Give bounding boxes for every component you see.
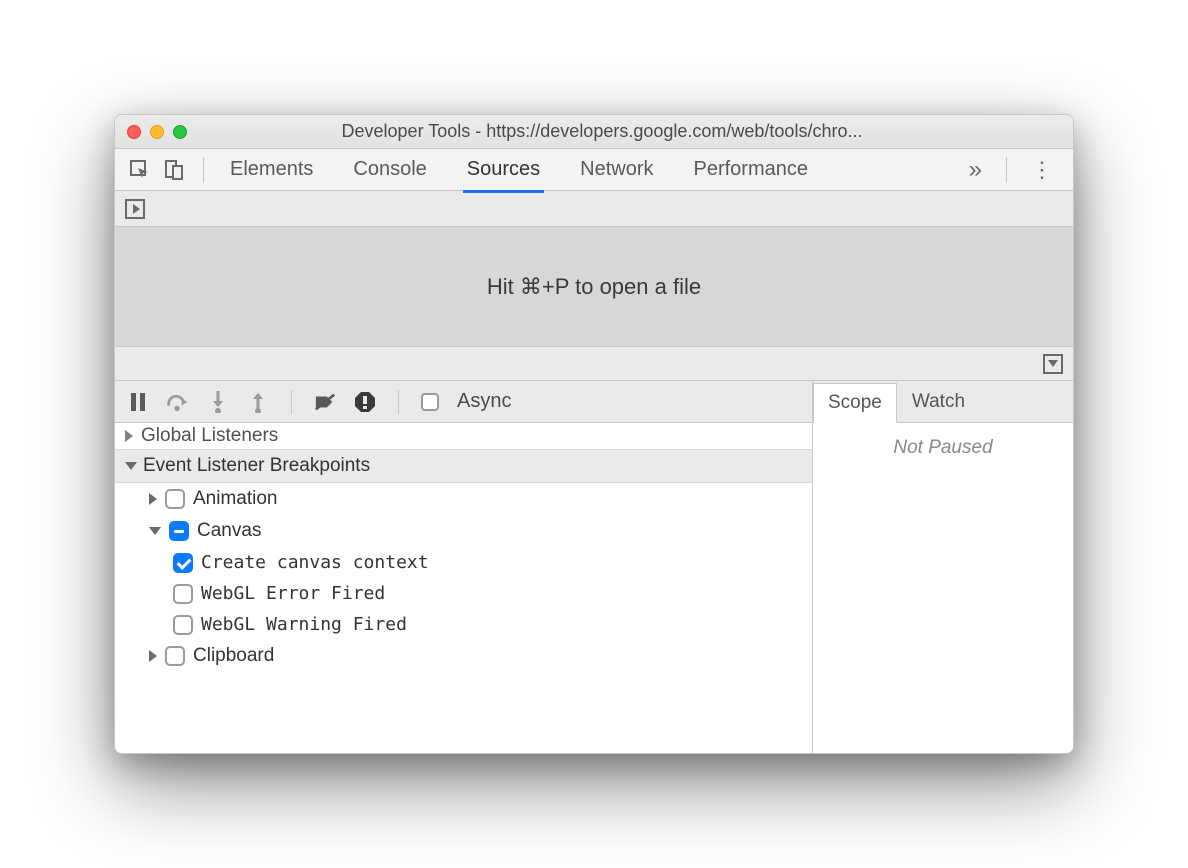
category-animation[interactable]: Animation (115, 483, 812, 515)
sources-toolbar (115, 191, 1073, 227)
category-checkbox[interactable] (165, 489, 185, 509)
tab-scope[interactable]: Scope (813, 383, 897, 423)
debugger-right-pane: Scope Watch Not Paused (813, 381, 1073, 753)
tab-network[interactable]: Network (576, 152, 657, 187)
titlebar: Developer Tools - https://developers.goo… (115, 115, 1073, 149)
step-out-icon[interactable] (247, 391, 269, 413)
expand-icon (149, 493, 157, 505)
category-clipboard[interactable]: Clipboard (115, 640, 812, 672)
breakpoint-webgl-error-fired[interactable]: WebGL Error Fired (115, 578, 812, 609)
scope-content: Not Paused (813, 423, 1073, 753)
editor-footer-bar (115, 347, 1073, 381)
category-checkbox[interactable] (169, 521, 189, 541)
breakpoints-list: Global Listeners Event Listener Breakpoi… (115, 423, 812, 753)
category-label: Clipboard (193, 645, 274, 667)
breakpoint-create-canvas-context[interactable]: Create canvas context (115, 547, 812, 578)
settings-menu-button[interactable]: ⋮ (1023, 157, 1061, 183)
open-file-hint: Hit ⌘+P to open a file (115, 227, 1073, 347)
collapse-icon (149, 527, 161, 535)
section-event-listener-breakpoints[interactable]: Event Listener Breakpoints (115, 449, 812, 483)
step-into-icon[interactable] (207, 391, 229, 413)
tab-elements[interactable]: Elements (226, 152, 317, 187)
separator (1006, 157, 1007, 183)
section-label: Global Listeners (141, 425, 278, 447)
breakpoint-label: Create canvas context (201, 552, 429, 573)
debugger-left-pane: Async Global Listeners Event Listener Br… (115, 381, 813, 753)
breakpoint-webgl-warning-fired[interactable]: WebGL Warning Fired (115, 609, 812, 640)
category-checkbox[interactable] (165, 646, 185, 666)
minimize-window-button[interactable] (150, 125, 164, 139)
devtools-window: Developer Tools - https://developers.goo… (114, 114, 1074, 754)
pause-icon[interactable] (127, 391, 149, 413)
show-navigator-icon[interactable] (125, 199, 145, 219)
separator (291, 390, 292, 414)
panel-tabs: Elements Console Sources Network Perform… (226, 152, 953, 187)
inspect-element-icon[interactable] (127, 157, 153, 183)
category-label: Canvas (197, 520, 261, 542)
breakpoint-checkbox[interactable] (173, 553, 193, 573)
expand-icon (149, 650, 157, 662)
collapse-icon (125, 462, 137, 470)
async-label: Async (457, 390, 511, 413)
separator (203, 157, 204, 183)
breakpoint-checkbox[interactable] (173, 615, 193, 635)
zoom-window-button[interactable] (173, 125, 187, 139)
window-title: Developer Tools - https://developers.goo… (203, 121, 1061, 142)
breakpoint-label: WebGL Error Fired (201, 583, 385, 604)
scope-watch-tabs: Scope Watch (813, 381, 1073, 423)
category-canvas[interactable]: Canvas (115, 515, 812, 547)
show-console-drawer-icon[interactable] (1043, 354, 1063, 374)
tab-sources[interactable]: Sources (463, 152, 544, 187)
debug-toolbar: Async (115, 381, 812, 423)
section-global-listeners[interactable]: Global Listeners (115, 423, 812, 449)
async-checkbox[interactable] (421, 393, 439, 411)
section-label: Event Listener Breakpoints (143, 455, 370, 477)
step-over-icon[interactable] (167, 391, 189, 413)
separator (398, 390, 399, 414)
category-label: Animation (193, 488, 278, 510)
pause-on-exceptions-icon[interactable] (354, 391, 376, 413)
breakpoint-label: WebGL Warning Fired (201, 614, 407, 635)
tab-watch[interactable]: Watch (897, 382, 980, 422)
close-window-button[interactable] (127, 125, 141, 139)
window-controls (127, 125, 187, 139)
not-paused-label: Not Paused (893, 437, 992, 753)
deactivate-breakpoints-icon[interactable] (314, 391, 336, 413)
main-tabbar: Elements Console Sources Network Perform… (115, 149, 1073, 191)
tab-performance[interactable]: Performance (690, 152, 813, 187)
device-toolbar-icon[interactable] (161, 157, 187, 183)
expand-icon (125, 430, 133, 442)
debugger-split: Async Global Listeners Event Listener Br… (115, 381, 1073, 753)
overflow-tabs-button[interactable]: » (961, 156, 990, 184)
breakpoint-checkbox[interactable] (173, 584, 193, 604)
tab-console[interactable]: Console (349, 152, 430, 187)
